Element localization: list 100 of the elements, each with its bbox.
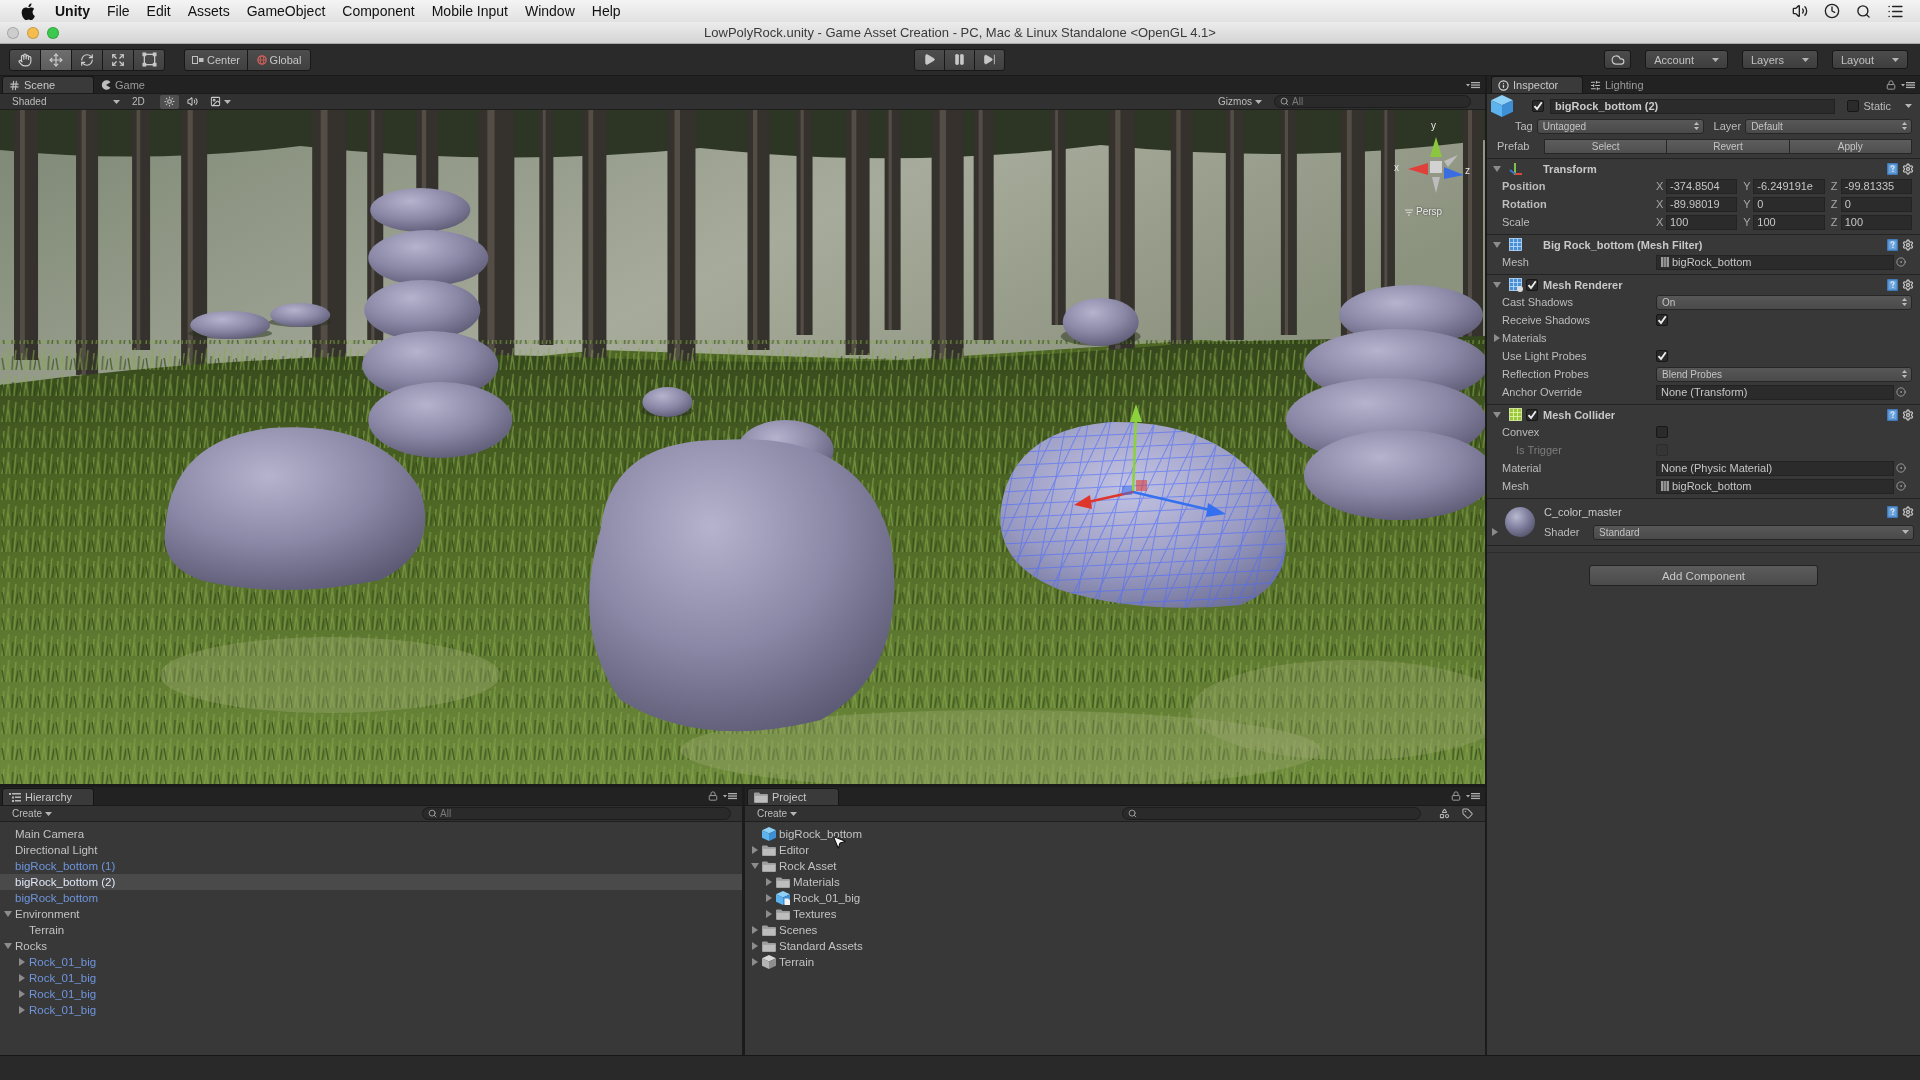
hierarchy-item[interactable]: Rocks <box>15 939 47 953</box>
cloud-button[interactable] <box>1604 50 1632 69</box>
project-item[interactable]: Rock Asset <box>779 859 837 873</box>
object-field[interactable]: bigRock_bottom <box>1656 254 1894 270</box>
project-item[interactable]: Standard Assets <box>779 939 863 953</box>
component-title[interactable]: Big Rock_bottom (Mesh Filter) <box>1543 238 1884 251</box>
number-field[interactable]: 100 <box>1753 214 1825 230</box>
shader-dropdown[interactable]: Standard <box>1593 524 1914 540</box>
hierarchy-item[interactable]: Main Camera <box>15 827 85 841</box>
foldout-arrow-icon[interactable] <box>751 846 759 854</box>
menu-item[interactable]: Help <box>591 3 621 19</box>
foldout-arrow-icon[interactable] <box>18 1006 26 1014</box>
app-menu[interactable]: Unity <box>55 3 90 19</box>
hierarchy-item[interactable]: Rock_01_big <box>29 971 97 985</box>
name-field[interactable]: bigRock_bottom (2) <box>1550 98 1836 114</box>
foldout-arrow-icon[interactable] <box>4 942 12 950</box>
scene-view-toggle[interactable] <box>160 94 179 109</box>
panel-tab[interactable]: Project <box>747 788 839 805</box>
lock-icon[interactable] <box>1451 791 1461 801</box>
toolbar-dropdown[interactable]: Account <box>1645 50 1728 69</box>
help-icon[interactable] <box>1887 238 1898 251</box>
draw-mode-dropdown[interactable]: Shaded <box>8 94 124 109</box>
menu-item[interactable]: Edit <box>146 3 171 19</box>
caret-down-icon[interactable] <box>1905 104 1912 108</box>
foldout-arrow-icon[interactable] <box>1493 410 1501 419</box>
gear-icon[interactable] <box>1902 408 1914 421</box>
foldout-arrow-icon[interactable] <box>751 958 759 966</box>
checkbox[interactable] <box>1532 100 1544 112</box>
circle-dot-icon[interactable] <box>1896 481 1906 491</box>
panel-tab[interactable]: Game <box>94 76 158 93</box>
hierarchy-item[interactable]: Rock_01_big <box>29 955 97 969</box>
tool-button[interactable] <box>102 48 134 71</box>
checkbox[interactable] <box>1656 350 1668 362</box>
number-field[interactable]: 100 <box>1666 214 1738 230</box>
hierarchy-item[interactable]: bigRock_bottom <box>15 891 99 905</box>
panel-tab[interactable]: Lighting <box>1583 76 1657 93</box>
component-title[interactable]: Mesh Renderer <box>1543 278 1884 291</box>
foldout-arrow-icon[interactable] <box>765 894 773 902</box>
tool-button[interactable] <box>71 48 103 71</box>
checkbox[interactable] <box>1656 314 1668 326</box>
tool-button[interactable] <box>9 48 41 71</box>
number-field[interactable]: 0 <box>1840 196 1912 212</box>
hierarchy-item[interactable]: Directional Light <box>15 843 98 857</box>
checkbox[interactable] <box>1656 426 1668 438</box>
checkbox[interactable] <box>1526 278 1538 291</box>
menu-item[interactable]: Component <box>342 3 415 19</box>
gear-icon[interactable] <box>1902 278 1914 291</box>
menu-item[interactable]: Assets <box>187 3 230 19</box>
prefab-button[interactable]: Select <box>1544 138 1668 154</box>
gear-icon[interactable] <box>1902 238 1914 251</box>
number-field[interactable]: -99.81335 <box>1840 178 1912 194</box>
tool-button[interactable] <box>40 48 72 71</box>
orientation-gizmo-icon[interactable] <box>1408 137 1464 193</box>
playback-button[interactable] <box>974 48 1005 71</box>
toolbar-dropdown[interactable]: Layers <box>1741 50 1818 69</box>
help-icon[interactable] <box>1887 408 1898 421</box>
menu-item[interactable]: GameObject <box>246 3 326 19</box>
volume-icon[interactable] <box>1792 3 1808 19</box>
component-title[interactable]: Mesh Collider <box>1543 408 1884 421</box>
foldout-arrow-icon[interactable] <box>1493 280 1501 289</box>
project-item[interactable]: Scenes <box>779 923 818 937</box>
prefab-button[interactable]: Revert <box>1666 138 1790 154</box>
number-field[interactable]: -89.98019 <box>1666 196 1738 212</box>
foldout-arrow-icon[interactable] <box>1492 334 1501 342</box>
foldout-arrow-icon[interactable] <box>765 878 773 886</box>
layer-dropdown[interactable]: Default <box>1745 118 1912 134</box>
search-field[interactable] <box>1122 807 1421 820</box>
foldout-arrow-icon[interactable] <box>18 958 26 966</box>
foldout-arrow-icon[interactable] <box>751 926 759 934</box>
hierarchy-item[interactable]: bigRock_bottom (2) <box>15 875 116 889</box>
playback-button[interactable] <box>914 48 945 71</box>
foldout-arrow-icon[interactable] <box>765 910 773 918</box>
playback-button[interactable] <box>944 48 975 71</box>
number-field[interactable]: 0 <box>1753 196 1825 212</box>
foldout-arrow-icon[interactable] <box>1493 240 1501 249</box>
help-icon[interactable] <box>1887 162 1898 175</box>
hierarchy-item[interactable]: bigRock_bottom (1) <box>15 859 116 873</box>
hierarchy-item[interactable]: Rock_01_big <box>29 987 97 1001</box>
dropdown[interactable]: Blend Probes <box>1656 366 1912 382</box>
number-field[interactable]: -374.8504 <box>1666 178 1738 194</box>
project-item[interactable]: Terrain <box>779 955 815 969</box>
checkbox[interactable] <box>1526 408 1538 421</box>
menu-icon[interactable] <box>723 792 737 800</box>
circle-dot-icon[interactable] <box>1896 257 1906 267</box>
gear-icon[interactable] <box>1902 162 1914 175</box>
hierarchy-item[interactable]: Terrain <box>29 923 65 937</box>
dropdown[interactable]: On <box>1656 294 1912 310</box>
project-item[interactable]: Textures <box>793 907 837 921</box>
search-field[interactable]: All <box>422 807 731 820</box>
lock-icon[interactable] <box>1886 79 1896 90</box>
menu-icon[interactable] <box>1466 792 1480 800</box>
pivot-mode-button[interactable]: Center <box>184 48 248 71</box>
gear-icon[interactable] <box>1902 506 1914 518</box>
foldout-arrow-icon[interactable] <box>1493 164 1501 173</box>
foldout-arrow-icon[interactable] <box>751 942 759 950</box>
number-field[interactable]: 100 <box>1840 214 1912 230</box>
gizmos-dropdown[interactable]: Gizmos <box>1214 94 1266 109</box>
foldout-arrow-icon[interactable] <box>1491 528 1499 536</box>
project-item[interactable]: Rock_01_big <box>793 891 861 905</box>
tag-dropdown[interactable]: Untagged <box>1536 118 1704 134</box>
